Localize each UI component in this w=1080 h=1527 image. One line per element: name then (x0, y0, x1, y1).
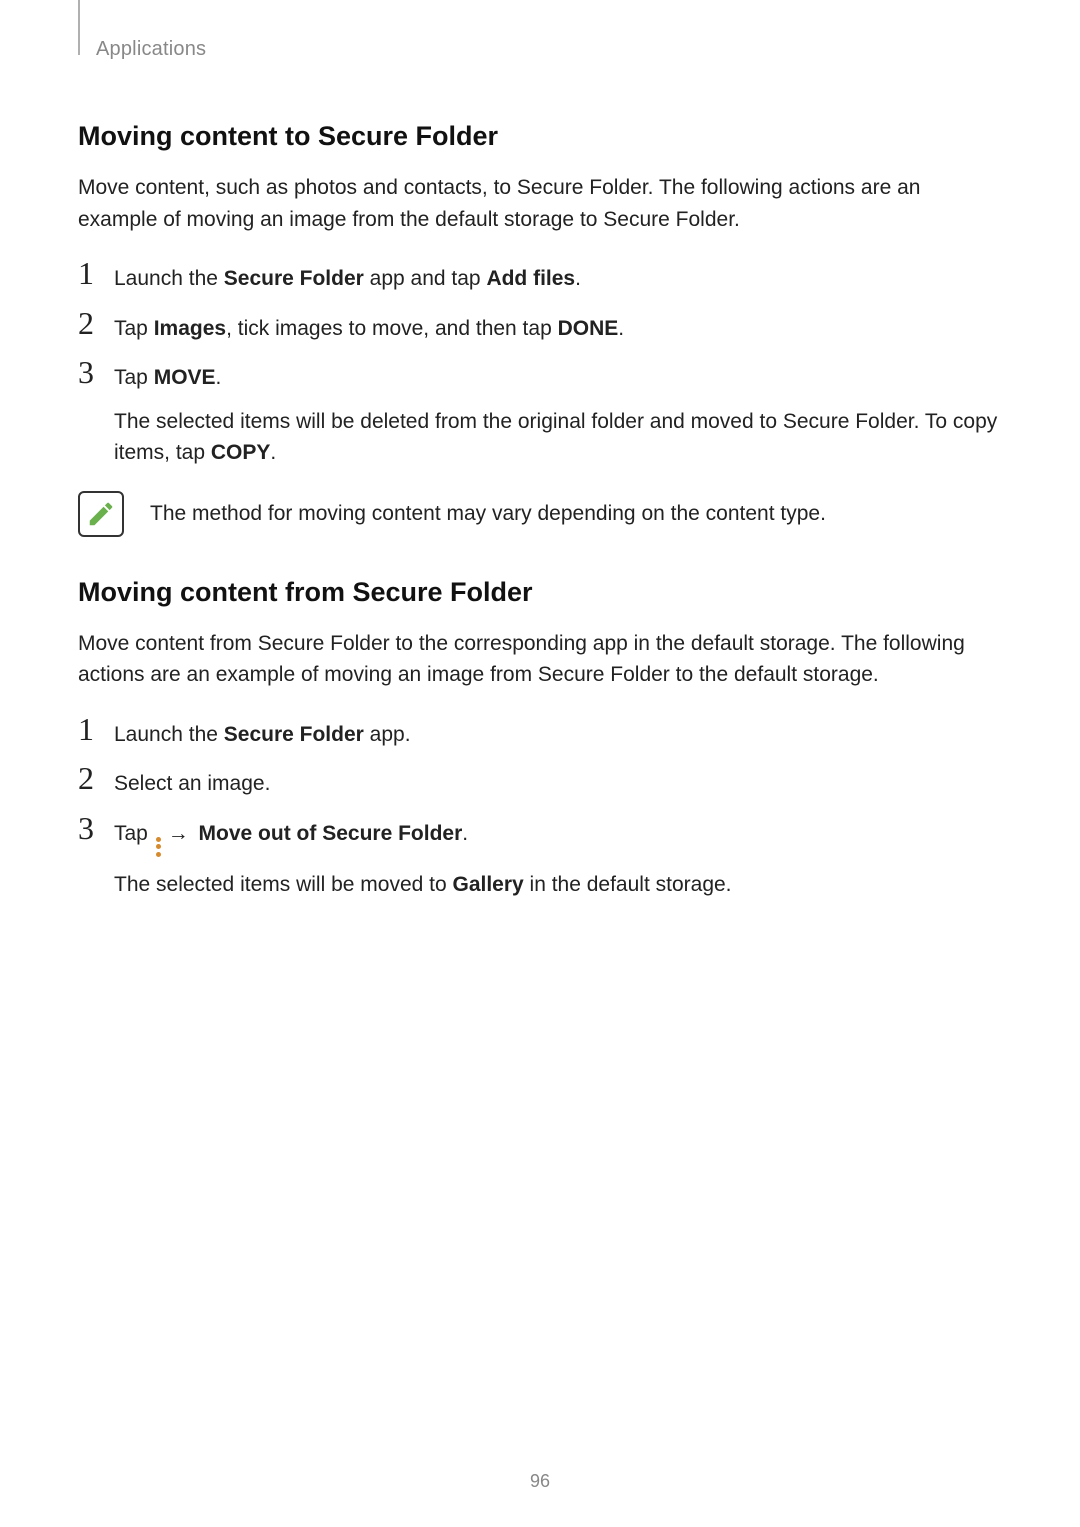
step-number: 3 (78, 356, 114, 388)
step-text: . (575, 267, 581, 290)
breadcrumb: Applications (96, 30, 206, 61)
note-row: The method for moving content may vary d… (78, 491, 1002, 537)
section-heading-moving-from: Moving content from Secure Folder (78, 577, 1002, 608)
action-name: MOVE (154, 366, 216, 389)
step-text: Launch the (114, 723, 224, 746)
step-3-body: Tap MOVE. (114, 356, 221, 394)
section2-intro: Move content from Secure Folder to the c… (78, 628, 1002, 691)
step-text: Tap (114, 366, 154, 389)
action-name: COPY (211, 441, 271, 464)
app-name: Gallery (452, 873, 523, 896)
step-text: Tap (114, 822, 154, 845)
step-text: Tap (114, 317, 154, 340)
step2-2-row: 2 Select an image. (78, 762, 1002, 800)
header-divider (78, 0, 80, 55)
step-2-row: 2 Tap Images, tick images to move, and t… (78, 307, 1002, 345)
step-3-row: 3 Tap MOVE. (78, 356, 1002, 394)
step-sub-text: in the default storage. (524, 873, 732, 896)
step2-2-body: Select an image. (114, 762, 270, 800)
step-1-body: Launch the Secure Folder app and tap Add… (114, 257, 581, 295)
arrow-icon: → (168, 822, 189, 845)
step-text: app. (364, 723, 411, 746)
action-name: Move out of Secure Folder (199, 822, 463, 845)
step-number: 2 (78, 307, 114, 339)
step-number: 1 (78, 257, 114, 289)
note-text: The method for moving content may vary d… (150, 498, 826, 530)
step-sub-text: The selected items will be moved to (114, 873, 452, 896)
step-text: Launch the (114, 267, 224, 290)
step2-1-row: 1 Launch the Secure Folder app. (78, 713, 1002, 751)
step-text: . (618, 317, 624, 340)
step2-1-body: Launch the Secure Folder app. (114, 713, 411, 751)
page-content: Moving content to Secure Folder Move con… (78, 61, 1002, 900)
pencil-note-icon (86, 499, 116, 529)
step-1-row: 1 Launch the Secure Folder app and tap A… (78, 257, 1002, 295)
step-text: . (216, 366, 222, 389)
section-2: Moving content from Secure Folder Move c… (78, 577, 1002, 901)
step2-3-row: 3 Tap → Move out of Secure Folder. (78, 812, 1002, 857)
step-number: 3 (78, 812, 114, 844)
page-header: Applications (78, 30, 1002, 61)
app-name: Secure Folder (224, 723, 364, 746)
section-heading-moving-to: Moving content to Secure Folder (78, 121, 1002, 152)
step2-3-sub: The selected items will be moved to Gall… (114, 869, 1002, 901)
step-number: 2 (78, 762, 114, 794)
document-page: Applications Moving content to Secure Fo… (0, 0, 1080, 1527)
step-2-body: Tap Images, tick images to move, and the… (114, 307, 624, 345)
action-name: Add files (486, 267, 575, 290)
action-name: DONE (558, 317, 619, 340)
step-text: , tick images to move, and then tap (226, 317, 558, 340)
page-number: 96 (0, 1471, 1080, 1492)
step-text: Select an image. (114, 772, 270, 795)
step-3-sub: The selected items will be deleted from … (114, 406, 1002, 469)
step-text: . (462, 822, 468, 845)
action-name: Images (154, 317, 226, 340)
app-name: Secure Folder (224, 267, 364, 290)
step2-3-body: Tap → Move out of Secure Folder. (114, 812, 468, 857)
more-options-icon (156, 837, 162, 857)
step-number: 1 (78, 713, 114, 745)
step-sub-text: . (270, 441, 276, 464)
section1-intro: Move content, such as photos and contact… (78, 172, 1002, 235)
note-icon (78, 491, 124, 537)
step-text: app and tap (364, 267, 487, 290)
